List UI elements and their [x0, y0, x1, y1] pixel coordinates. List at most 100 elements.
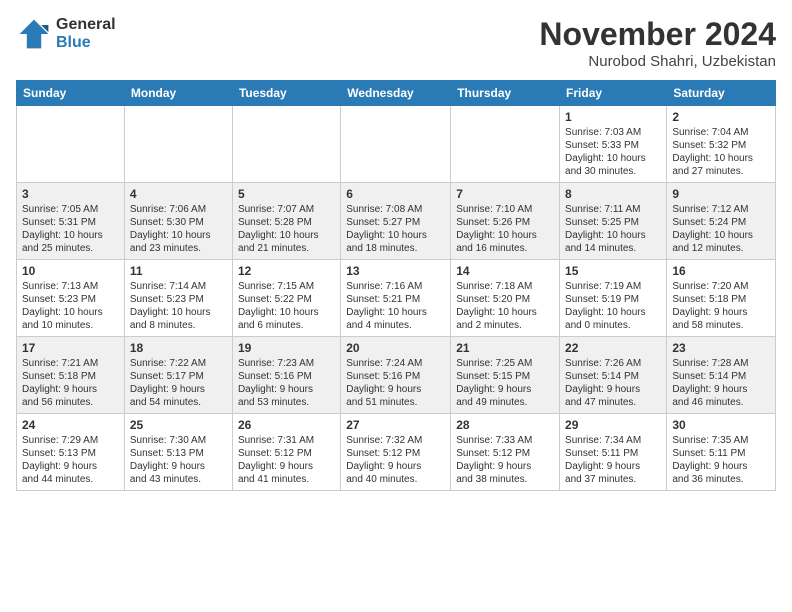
calendar-cell: 6 Sunrise: 7:08 AM Sunset: 5:27 PM Daylig…: [341, 183, 451, 260]
day-info: Sunrise: 7:06 AM Sunset: 5:30 PM Dayligh…: [130, 203, 227, 255]
month-title: November 2024: [539, 16, 776, 53]
day-number: 10: [22, 264, 119, 278]
day-number: 11: [130, 264, 227, 278]
day-number: 6: [346, 187, 445, 201]
calendar-cell: [341, 106, 451, 183]
day-number: 29: [565, 418, 661, 432]
day-info: Sunrise: 7:25 AM Sunset: 5:15 PM Dayligh…: [456, 357, 554, 409]
day-number: 9: [672, 187, 770, 201]
calendar-week-2: 3Sunrise: 7:05 AM Sunset: 5:31 PM Daylig…: [17, 183, 776, 260]
logo-blue-text: Blue: [56, 34, 116, 52]
day-info: Sunrise: 7:08 AM Sunset: 5:27 PM Dayligh…: [346, 203, 445, 255]
day-info: Sunrise: 7:23 AM Sunset: 5:16 PM Dayligh…: [238, 357, 335, 409]
day-number: 22: [565, 341, 661, 355]
day-number: 27: [346, 418, 445, 432]
day-info: Sunrise: 7:33 AM Sunset: 5:12 PM Dayligh…: [456, 434, 554, 486]
calendar-cell: [232, 106, 340, 183]
day-number: 30: [672, 418, 770, 432]
day-info: Sunrise: 7:16 AM Sunset: 5:21 PM Dayligh…: [346, 280, 445, 332]
day-number: 8: [565, 187, 661, 201]
day-number: 12: [238, 264, 335, 278]
header-sunday: Sunday: [17, 81, 125, 106]
calendar-week-1: 1 Sunrise: 7:03 AM Sunset: 5:33 PM Daylig…: [17, 106, 776, 183]
day-number: 4: [130, 187, 227, 201]
day-info: Sunrise: 7:24 AM Sunset: 5:16 PM Dayligh…: [346, 357, 445, 409]
calendar-cell: 27Sunrise: 7:32 AM Sunset: 5:12 PM Dayli…: [341, 414, 451, 491]
day-info: Sunrise: 7:04 AM Sunset: 5:32 PM Dayligh…: [672, 126, 770, 178]
calendar-table: Sunday Monday Tuesday Wednesday Thursday…: [16, 80, 776, 491]
day-number: 23: [672, 341, 770, 355]
location: Nurobod Shahri, Uzbekistan: [539, 53, 776, 70]
day-info: Sunrise: 7:14 AM Sunset: 5:23 PM Dayligh…: [130, 280, 227, 332]
calendar-cell: 16Sunrise: 7:20 AM Sunset: 5:18 PM Dayli…: [667, 260, 776, 337]
calendar-cell: 12 Sunrise: 7:15 AM Sunset: 5:22 PM Dayli…: [232, 260, 340, 337]
day-number: 3: [22, 187, 119, 201]
calendar-cell: 8Sunrise: 7:11 AM Sunset: 5:25 PM Daylig…: [560, 183, 667, 260]
calendar-cell: 5 Sunrise: 7:07 AM Sunset: 5:28 PM Daylig…: [232, 183, 340, 260]
calendar-cell: 20 Sunrise: 7:24 AM Sunset: 5:16 PM Dayli…: [341, 337, 451, 414]
day-info: Sunrise: 7:35 AM Sunset: 5:11 PM Dayligh…: [672, 434, 770, 486]
header-friday: Friday: [560, 81, 667, 106]
day-number: 21: [456, 341, 554, 355]
day-number: 2: [672, 110, 770, 124]
day-number: 17: [22, 341, 119, 355]
calendar-cell: 26 Sunrise: 7:31 AM Sunset: 5:12 PM Dayli…: [232, 414, 340, 491]
calendar-cell: 14 Sunrise: 7:18 AM Sunset: 5:20 PM Dayli…: [451, 260, 560, 337]
header-thursday: Thursday: [451, 81, 560, 106]
day-info: Sunrise: 7:12 AM Sunset: 5:24 PM Dayligh…: [672, 203, 770, 255]
day-number: 5: [238, 187, 335, 201]
calendar-body: 1 Sunrise: 7:03 AM Sunset: 5:33 PM Daylig…: [17, 106, 776, 491]
day-info: Sunrise: 7:03 AM Sunset: 5:33 PM Dayligh…: [565, 126, 661, 178]
calendar-cell: 25 Sunrise: 7:30 AM Sunset: 5:13 PM Dayli…: [124, 414, 232, 491]
day-info: Sunrise: 7:22 AM Sunset: 5:17 PM Dayligh…: [130, 357, 227, 409]
calendar-cell: 7Sunrise: 7:10 AM Sunset: 5:26 PM Daylig…: [451, 183, 560, 260]
logo: General Blue: [16, 16, 116, 52]
day-number: 28: [456, 418, 554, 432]
day-number: 1: [565, 110, 661, 124]
calendar-cell: 22 Sunrise: 7:26 AM Sunset: 5:14 PM Dayli…: [560, 337, 667, 414]
day-info: Sunrise: 7:07 AM Sunset: 5:28 PM Dayligh…: [238, 203, 335, 255]
day-info: Sunrise: 7:21 AM Sunset: 5:18 PM Dayligh…: [22, 357, 119, 409]
day-info: Sunrise: 7:30 AM Sunset: 5:13 PM Dayligh…: [130, 434, 227, 486]
day-number: 19: [238, 341, 335, 355]
day-number: 25: [130, 418, 227, 432]
calendar-week-5: 24 Sunrise: 7:29 AM Sunset: 5:13 PM Dayli…: [17, 414, 776, 491]
day-info: Sunrise: 7:20 AM Sunset: 5:18 PM Dayligh…: [672, 280, 770, 332]
calendar-cell: 15Sunrise: 7:19 AM Sunset: 5:19 PM Dayli…: [560, 260, 667, 337]
calendar-cell: 11 Sunrise: 7:14 AM Sunset: 5:23 PM Dayli…: [124, 260, 232, 337]
calendar-cell: 13 Sunrise: 7:16 AM Sunset: 5:21 PM Dayli…: [341, 260, 451, 337]
day-info: Sunrise: 7:29 AM Sunset: 5:13 PM Dayligh…: [22, 434, 119, 486]
logo-text: General Blue: [56, 16, 116, 51]
calendar-cell: [17, 106, 125, 183]
day-number: 14: [456, 264, 554, 278]
day-number: 13: [346, 264, 445, 278]
header-saturday: Saturday: [667, 81, 776, 106]
day-info: Sunrise: 7:26 AM Sunset: 5:14 PM Dayligh…: [565, 357, 661, 409]
day-number: 20: [346, 341, 445, 355]
calendar-cell: 28 Sunrise: 7:33 AM Sunset: 5:12 PM Dayli…: [451, 414, 560, 491]
day-info: Sunrise: 7:18 AM Sunset: 5:20 PM Dayligh…: [456, 280, 554, 332]
day-info: Sunrise: 7:28 AM Sunset: 5:14 PM Dayligh…: [672, 357, 770, 409]
logo-icon: [16, 16, 52, 52]
calendar-cell: 24 Sunrise: 7:29 AM Sunset: 5:13 PM Dayli…: [17, 414, 125, 491]
calendar-cell: [124, 106, 232, 183]
calendar-cell: [451, 106, 560, 183]
calendar-cell: 2 Sunrise: 7:04 AM Sunset: 5:32 PM Daylig…: [667, 106, 776, 183]
page: General Blue November 2024 Nurobod Shahr…: [0, 0, 792, 612]
calendar-cell: 19 Sunrise: 7:23 AM Sunset: 5:16 PM Dayli…: [232, 337, 340, 414]
day-info: Sunrise: 7:31 AM Sunset: 5:12 PM Dayligh…: [238, 434, 335, 486]
day-info: Sunrise: 7:13 AM Sunset: 5:23 PM Dayligh…: [22, 280, 119, 332]
header-wednesday: Wednesday: [341, 81, 451, 106]
calendar-cell: 3Sunrise: 7:05 AM Sunset: 5:31 PM Daylig…: [17, 183, 125, 260]
day-info: Sunrise: 7:10 AM Sunset: 5:26 PM Dayligh…: [456, 203, 554, 255]
logo-general-text: General: [56, 16, 116, 34]
day-number: 24: [22, 418, 119, 432]
header-row: Sunday Monday Tuesday Wednesday Thursday…: [17, 81, 776, 106]
calendar-week-3: 10 Sunrise: 7:13 AM Sunset: 5:23 PM Dayli…: [17, 260, 776, 337]
day-info: Sunrise: 7:15 AM Sunset: 5:22 PM Dayligh…: [238, 280, 335, 332]
title-section: November 2024 Nurobod Shahri, Uzbekistan: [539, 16, 776, 70]
day-info: Sunrise: 7:19 AM Sunset: 5:19 PM Dayligh…: [565, 280, 661, 332]
calendar-cell: 23 Sunrise: 7:28 AM Sunset: 5:14 PM Dayli…: [667, 337, 776, 414]
day-number: 26: [238, 418, 335, 432]
header-tuesday: Tuesday: [232, 81, 340, 106]
